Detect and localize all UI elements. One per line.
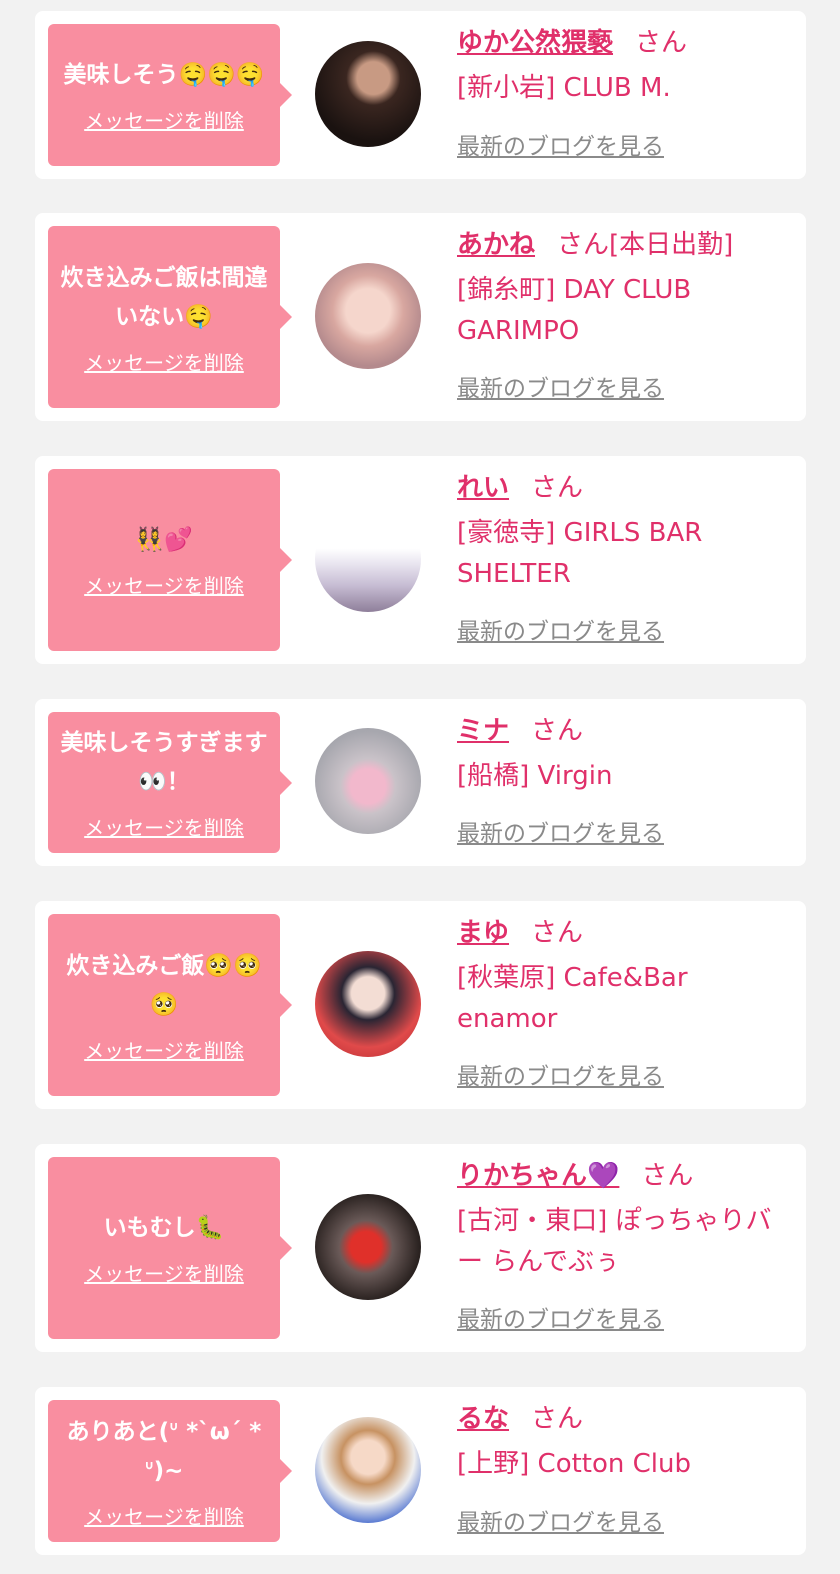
latest-blog-link[interactable]: 最新のブログを見る <box>457 1057 664 1091</box>
message-bubble: 炊き込みご飯🥺🥺🥺 メッセージを削除 <box>48 914 292 1096</box>
message-text: 炊き込みご飯🥺🥺🥺 <box>66 952 262 1018</box>
message-card: 美味しそう🤤🤤🤤 メッセージを削除 ゆか公然猥褻 さん [新小岩] CLUB M. 最新の… <box>35 11 806 179</box>
avatar[interactable] <box>315 1194 421 1300</box>
delete-message-link[interactable]: メッセージを削除 <box>84 347 244 376</box>
honorific-suffix: さん <box>635 28 688 58</box>
name-line: ミナ さん <box>457 711 796 752</box>
shop-name: [上野] Cotton Club <box>457 1449 692 1479</box>
cast-name-link[interactable]: ミナ <box>457 716 509 746</box>
shop-name: [豪徳寺] GIRLS BAR SHELTER <box>457 518 703 589</box>
cast-name-link[interactable]: れい <box>457 473 509 503</box>
shop-name: [新小岩] CLUB M. <box>457 73 671 103</box>
message-card: 👯‍♀️💕 メッセージを削除 れい さん [豪徳寺] GIRLS BAR SHELTER… <box>35 456 806 664</box>
shop-name: [錦糸町] DAY CLUB GARIMPO <box>457 275 692 346</box>
message-bubble: 美味しそうすぎます👀！ メッセージを削除 <box>48 712 292 853</box>
avatar[interactable] <box>315 1417 421 1523</box>
shop-name: [秋葉原] Cafe&Bar enamor <box>457 963 688 1034</box>
honorific-suffix: さん <box>531 716 584 746</box>
honorific-suffix: さん <box>531 473 584 503</box>
delete-message-link[interactable]: メッセージを削除 <box>84 1501 244 1530</box>
message-text: 美味しそうすぎます👀！ <box>60 730 268 795</box>
delete-message-link[interactable]: メッセージを削除 <box>84 812 244 841</box>
cast-name-link[interactable]: あかね <box>457 230 535 260</box>
shop-name: [古河・東口] ぽっちゃりバー らんでぶぅ <box>457 1206 772 1277</box>
cast-info: ゆか公然猥褻 さん [新小岩] CLUB M. <box>457 23 796 109</box>
avatar[interactable] <box>315 263 421 369</box>
latest-blog-link[interactable]: 最新のブログを見る <box>457 814 664 848</box>
name-line: ゆか公然猥褻 さん <box>457 23 796 64</box>
honorific-suffix: さん <box>531 918 584 948</box>
name-line: あかね さん[本日出勤] <box>457 225 796 266</box>
latest-blog-link[interactable]: 最新のブログを見る <box>457 612 664 646</box>
latest-blog-link[interactable]: 最新のブログを見る <box>457 1300 664 1334</box>
message-bubble: 👯‍♀️💕 メッセージを削除 <box>48 469 292 651</box>
name-line: まゆ さん <box>457 913 796 954</box>
message-text: 美味しそう🤤🤤🤤 <box>63 62 265 88</box>
message-bubble: ありあと(ᐡ *`ω´ * ᐡ)~ メッセージを削除 <box>48 1400 292 1542</box>
honorific-suffix: さん <box>531 1404 584 1434</box>
cast-name-link[interactable]: ゆか公然猥褻 <box>457 28 613 58</box>
honorific-suffix: さん <box>557 230 610 260</box>
message-card: 炊き込みご飯は間違いない🤤 メッセージを削除 あかね さん[本日出勤] [錦糸町] DA… <box>35 213 806 421</box>
avatar[interactable] <box>315 506 421 612</box>
name-line: りかちゃん💜 さん <box>457 1156 796 1197</box>
message-list: 美味しそう🤤🤤🤤 メッセージを削除 ゆか公然猥褻 さん [新小岩] CLUB M. 最新の… <box>0 0 840 1574</box>
message-text: 👯‍♀️💕 <box>135 527 193 553</box>
delete-message-link[interactable]: メッセージを削除 <box>84 1258 244 1287</box>
cast-info: れい さん [豪徳寺] GIRLS BAR SHELTER <box>457 468 796 595</box>
message-bubble: 炊き込みご飯は間違いない🤤 メッセージを削除 <box>48 226 292 408</box>
name-line: るな さん <box>457 1399 796 1440</box>
message-bubble: 美味しそう🤤🤤🤤 メッセージを削除 <box>48 24 292 166</box>
message-card: 美味しそうすぎます👀！ メッセージを削除 ミナ さん [船橋] Virgin 最新のブログ… <box>35 699 806 866</box>
message-card: ありあと(ᐡ *`ω´ * ᐡ)~ メッセージを削除 るな さん [上野] Cotton… <box>35 1387 806 1555</box>
attendance-status: [本日出勤] <box>609 230 734 260</box>
latest-blog-link[interactable]: 最新のブログを見る <box>457 127 664 161</box>
message-card: 炊き込みご飯🥺🥺🥺 メッセージを削除 まゆ さん [秋葉原] Cafe&Bar enam… <box>35 901 806 1109</box>
message-card: いもむし🐛 メッセージを削除 りかちゃん💜 さん [古河・東口] ぽっちゃりバー らんで… <box>35 1144 806 1352</box>
name-line: れい さん <box>457 468 796 509</box>
cast-name-link[interactable]: るな <box>457 1404 509 1434</box>
delete-message-link[interactable]: メッセージを削除 <box>84 570 244 599</box>
cast-info: るな さん [上野] Cotton Club <box>457 1399 796 1485</box>
cast-info: りかちゃん💜 さん [古河・東口] ぽっちゃりバー らんでぶぅ <box>457 1156 796 1283</box>
delete-message-link[interactable]: メッセージを削除 <box>84 1035 244 1064</box>
shop-name: [船橋] Virgin <box>457 761 613 791</box>
honorific-suffix: さん <box>641 1161 694 1191</box>
cast-info: まゆ さん [秋葉原] Cafe&Bar enamor <box>457 913 796 1040</box>
avatar[interactable] <box>315 41 421 147</box>
avatar[interactable] <box>315 951 421 1057</box>
message-text: 炊き込みご飯は間違いない🤤 <box>60 264 268 330</box>
latest-blog-link[interactable]: 最新のブログを見る <box>457 369 664 403</box>
latest-blog-link[interactable]: 最新のブログを見る <box>457 1503 664 1537</box>
avatar[interactable] <box>315 728 421 834</box>
cast-name-link[interactable]: りかちゃん💜 <box>457 1161 619 1191</box>
cast-name-link[interactable]: まゆ <box>457 918 509 948</box>
delete-message-link[interactable]: メッセージを削除 <box>84 105 244 134</box>
message-text: いもむし🐛 <box>103 1215 225 1241</box>
cast-info: ミナ さん [船橋] Virgin <box>457 711 796 797</box>
cast-info: あかね さん[本日出勤] [錦糸町] DAY CLUB GARIMPO <box>457 225 796 352</box>
message-bubble: いもむし🐛 メッセージを削除 <box>48 1157 292 1339</box>
message-text: ありあと(ᐡ *`ω´ * ᐡ)~ <box>66 1418 262 1484</box>
